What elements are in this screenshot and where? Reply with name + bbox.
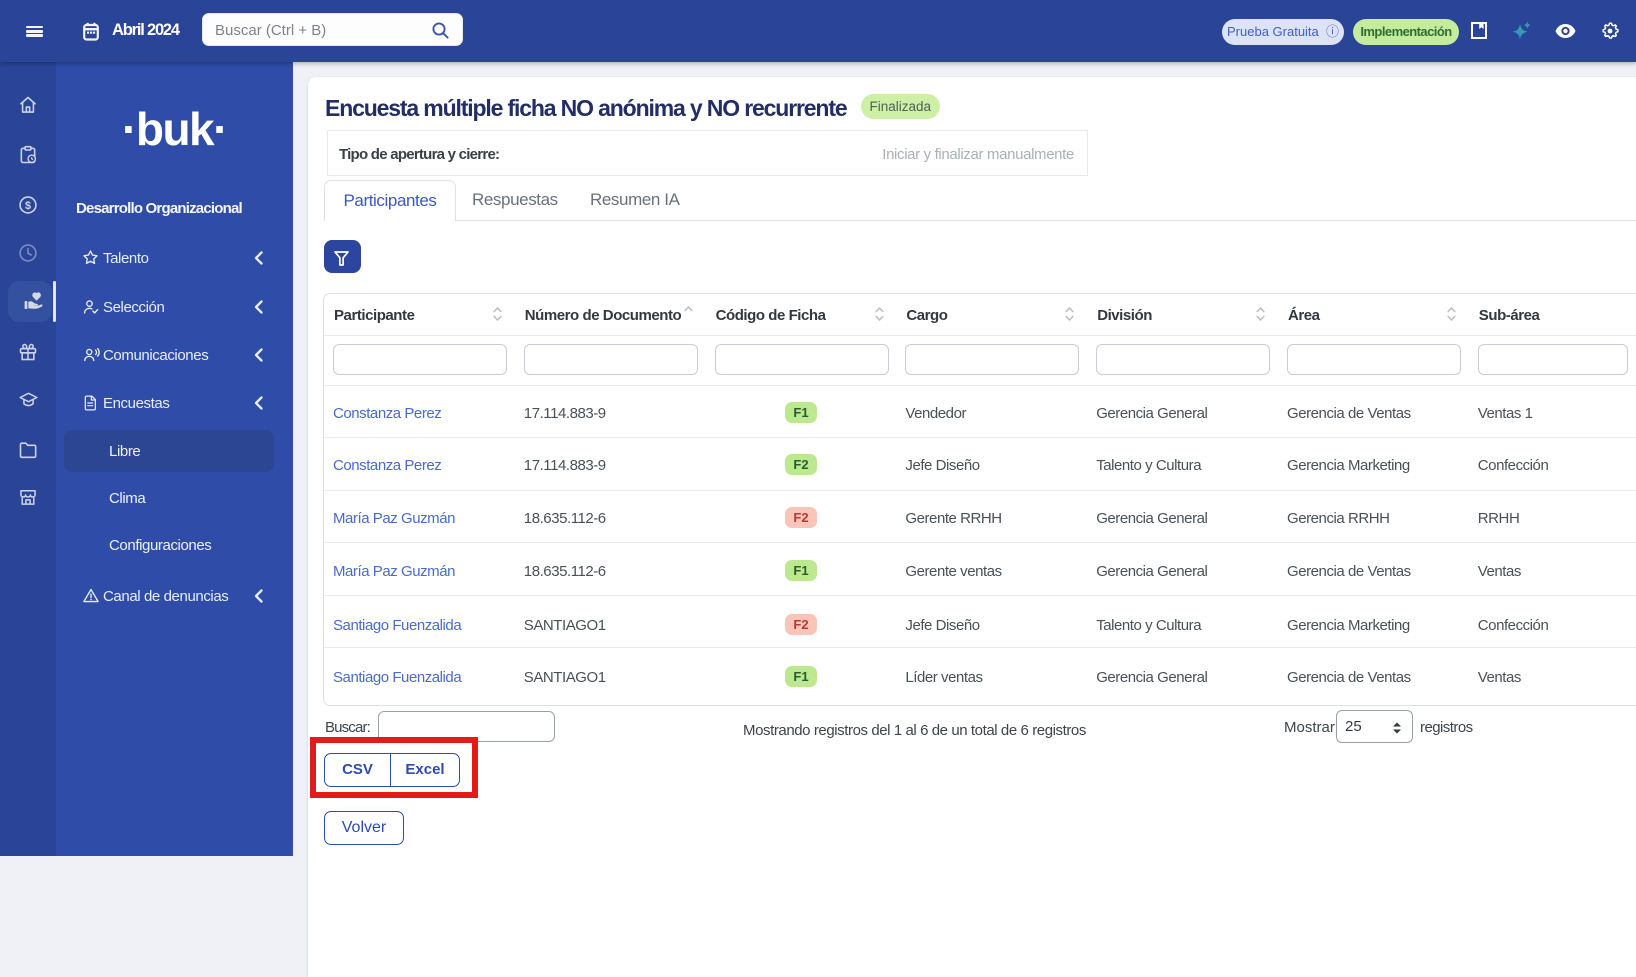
svg-text:$: $ [25, 200, 31, 212]
